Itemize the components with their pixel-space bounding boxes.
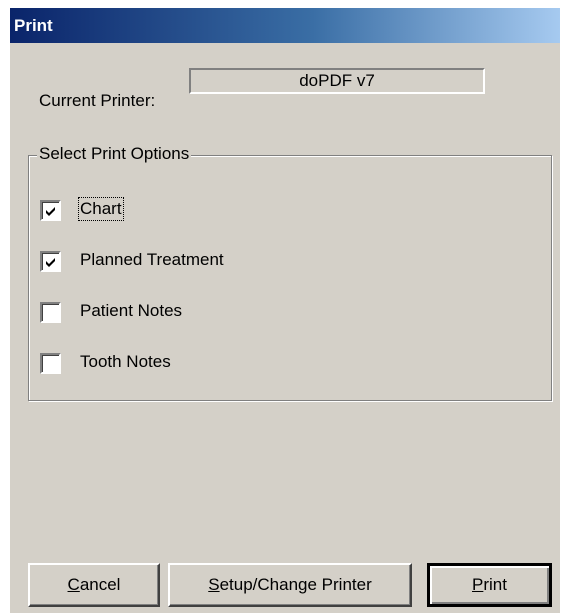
cancel-button-label: ancel [79,575,121,594]
title-bar[interactable]: Print [10,8,560,43]
cancel-button-mnemonic: C [67,575,80,594]
checkmark-icon [46,258,55,267]
option-patient-notes-label[interactable]: Patient Notes [80,301,182,321]
option-tooth-notes-label[interactable]: Tooth Notes [80,352,171,372]
option-tooth-notes-checkbox[interactable] [40,353,61,374]
option-planned-treatment-label[interactable]: Planned Treatment [80,250,224,270]
print-options-group-label: Select Print Options [37,144,192,164]
setup-button-label: etup/Change Printer [219,575,372,594]
setup-change-printer-button[interactable]: Setup/Change Printer [168,563,412,607]
print-button-mnemonic: P [472,575,484,594]
print-dialog: Print Current Printer: doPDF v7 Select P… [10,8,560,613]
current-printer-label: Current Printer: [39,91,156,110]
setup-button-mnemonic: S [208,575,220,594]
current-printer-field: doPDF v7 [189,68,485,94]
option-planned-treatment-checkbox[interactable] [40,251,61,272]
window-title: Print [14,16,53,35]
cancel-button[interactable]: Cancel [28,563,160,607]
option-chart-checkbox[interactable] [40,200,61,221]
print-button[interactable]: Print [427,563,552,607]
option-chart-label[interactable]: Chart [78,197,124,221]
checkmark-icon [46,207,55,216]
print-button-label: rint [483,575,507,594]
option-patient-notes-checkbox[interactable] [40,302,61,323]
